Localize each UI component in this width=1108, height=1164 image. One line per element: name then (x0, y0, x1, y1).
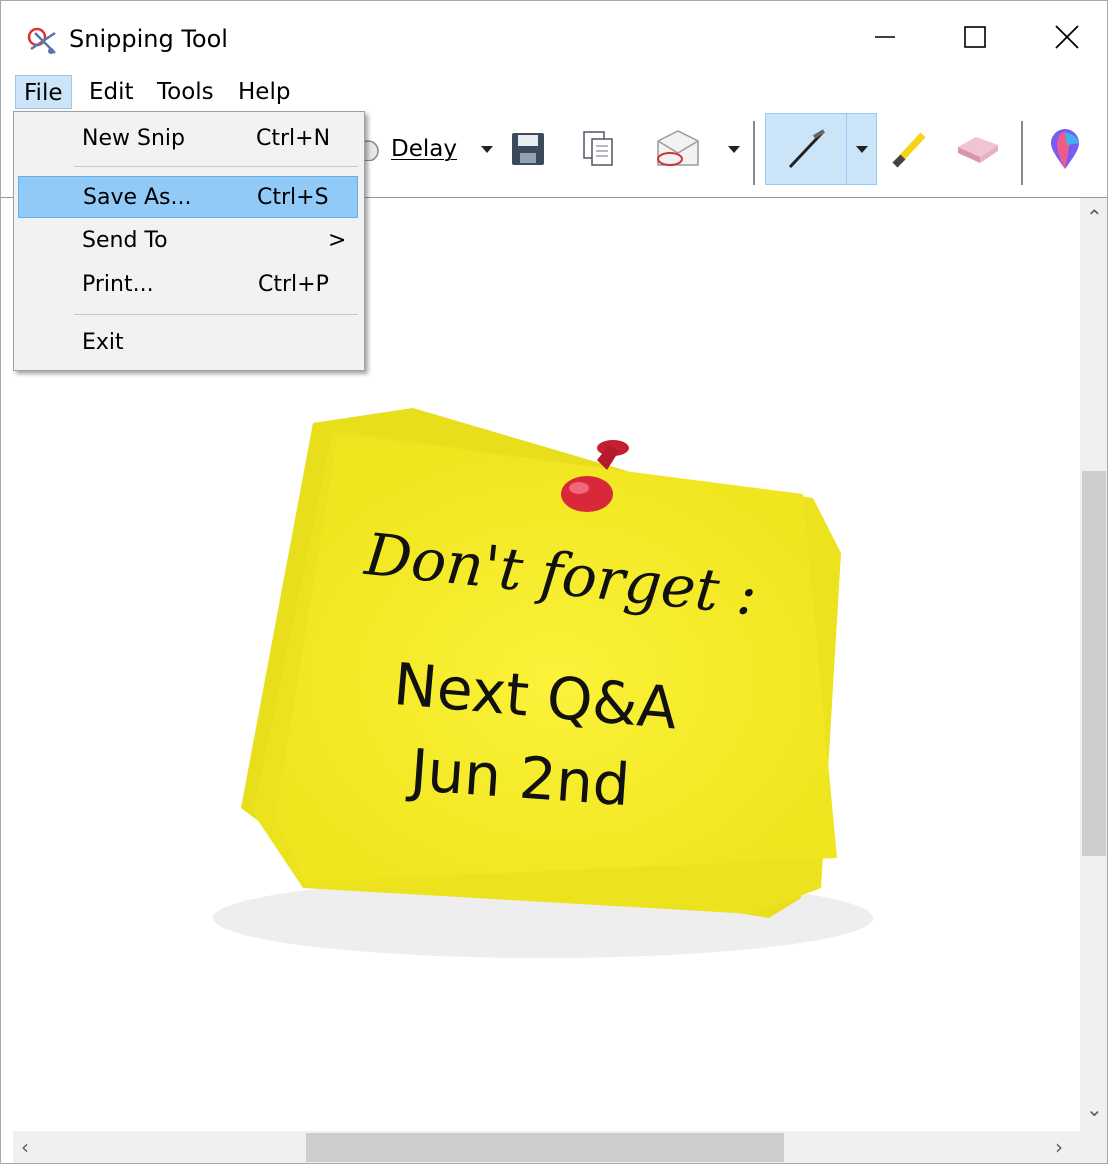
paint3d-button[interactable] (1037, 111, 1093, 187)
highlighter-button[interactable] (881, 111, 937, 187)
close-icon (1055, 25, 1079, 49)
menu-item-print[interactable]: Print... Ctrl+P (18, 264, 358, 306)
scroll-right-icon[interactable]: › (1055, 1135, 1063, 1159)
file-menu-dropdown: New Snip Ctrl+N Save As... Ctrl+S Send T… (13, 111, 365, 371)
snipping-tool-window: Snipping Tool File Edit Tools Help Delay (0, 0, 1108, 1164)
copy-button[interactable] (573, 111, 623, 187)
menu-item-exit[interactable]: Exit (18, 322, 358, 364)
eraser-icon (958, 137, 998, 163)
menu-item-send-to[interactable]: Send To > (18, 220, 358, 262)
maximize-button[interactable] (929, 1, 1021, 73)
maximize-icon (964, 26, 986, 48)
pen-icon (788, 129, 826, 169)
chevron-down-icon (480, 146, 493, 153)
menu-help[interactable]: Help (230, 75, 298, 109)
send-snip-dropdown[interactable] (719, 111, 749, 187)
note-front-layer (275, 434, 837, 882)
toolbar-separator (753, 121, 755, 185)
pen-tool-group[interactable] (765, 113, 877, 185)
delay-label: Delay (391, 136, 457, 162)
submenu-arrow-icon: > (328, 228, 347, 253)
minimize-button[interactable] (839, 1, 931, 73)
pen-button[interactable] (766, 114, 846, 184)
menu-tools[interactable]: Tools (149, 75, 222, 109)
paint3d-icon (1051, 129, 1079, 169)
snipping-tool-icon (25, 25, 61, 59)
vertical-scrollbar-thumb[interactable] (1082, 471, 1106, 856)
menu-separator (74, 166, 358, 167)
minimize-icon (875, 36, 895, 38)
menu-bar: File Edit Tools Help (1, 73, 1107, 111)
save-icon (512, 133, 544, 165)
eraser-button[interactable] (947, 111, 1007, 187)
chevron-down-icon (728, 146, 740, 153)
menu-edit[interactable]: Edit (81, 75, 142, 109)
window-title: Snipping Tool (69, 25, 228, 53)
menu-item-new-snip[interactable]: New Snip Ctrl+N (18, 118, 358, 160)
menu-file[interactable]: File (15, 75, 72, 109)
copy-icon (583, 131, 613, 166)
scroll-up-icon[interactable]: ⌃ (1086, 205, 1103, 229)
highlighter-icon (892, 132, 926, 168)
save-snip-button[interactable] (505, 111, 551, 187)
send-snip-button[interactable] (647, 111, 707, 187)
delay-button[interactable]: Delay (383, 111, 503, 187)
title-bar: Snipping Tool (1, 1, 1107, 73)
menu-separator (74, 314, 358, 315)
close-button[interactable] (1021, 1, 1107, 73)
resize-grip[interactable] (1080, 1131, 1107, 1163)
scroll-down-icon[interactable]: ⌄ (1086, 1097, 1103, 1121)
menu-item-save-as[interactable]: Save As... Ctrl+S (18, 176, 358, 218)
pen-dropdown[interactable] (847, 114, 877, 184)
email-icon (657, 130, 699, 166)
chevron-down-icon (856, 146, 868, 153)
toolbar-separator (1021, 121, 1023, 185)
horizontal-scrollbar-thumb[interactable] (306, 1133, 784, 1162)
scroll-left-icon[interactable]: ‹ (21, 1135, 29, 1159)
